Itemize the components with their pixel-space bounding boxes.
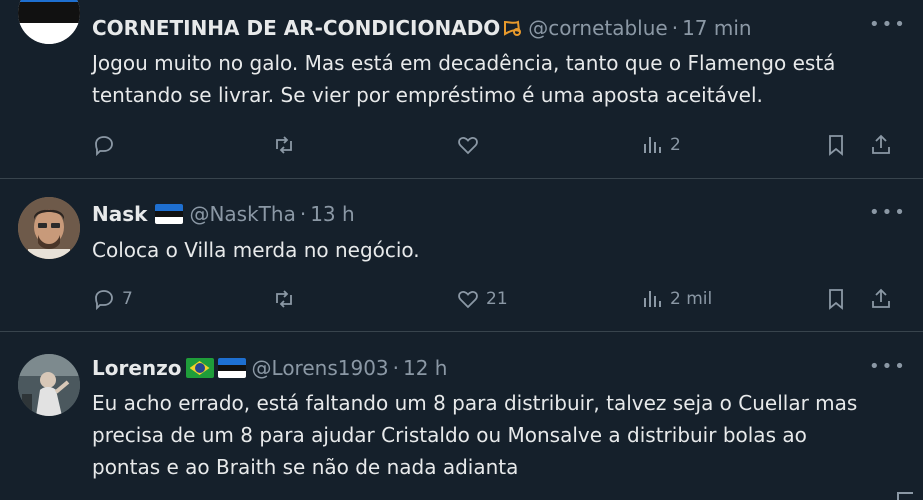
tweet-2[interactable]: Nask @NaskTha · 13 h ••• Coloca o Villa … bbox=[0, 178, 923, 332]
tweet-text: Coloca o Villa merda no negócio. bbox=[92, 234, 883, 266]
tweet-actions: 7 21 2 mil bbox=[92, 284, 903, 314]
avatar[interactable] bbox=[18, 354, 80, 416]
tweet-header: Nask @NaskTha · 13 h bbox=[92, 199, 863, 229]
tweet-header: Lorenzo @Lorens1903 · 12 h bbox=[92, 353, 863, 383]
tweet-3[interactable]: Lorenzo @Lorens1903 · 12 h ••• Eu acho e… bbox=[0, 331, 923, 500]
estonia-flag-icon bbox=[155, 204, 184, 224]
author-name[interactable]: Lorenzo bbox=[92, 356, 182, 380]
person-photo-avatar-icon bbox=[18, 354, 80, 416]
retweet-icon bbox=[276, 290, 292, 308]
author-name[interactable]: CORNETINHA DE AR-CONDICIONADO bbox=[92, 16, 500, 40]
brazil-flag-icon bbox=[185, 358, 214, 378]
reply-count: 7 bbox=[122, 289, 133, 309]
share-button[interactable] bbox=[869, 284, 893, 314]
share-button[interactable] bbox=[869, 130, 893, 160]
more-options-icon[interactable]: ••• bbox=[869, 202, 905, 226]
retweet-button[interactable] bbox=[272, 284, 302, 314]
tweet-header: CORNETINHA DE AR-CONDICIONADO @cornetabl… bbox=[92, 13, 863, 43]
estonia-flag-icon bbox=[217, 358, 246, 378]
tweet-text-line: precisa de um 8 para ajudar Cristaldo ou… bbox=[92, 423, 807, 447]
separator-dot: · bbox=[392, 356, 399, 380]
heart-icon bbox=[458, 291, 478, 309]
person-photo-avatar-icon bbox=[18, 197, 80, 259]
views-button[interactable]: 2 mil bbox=[640, 284, 712, 314]
tweet-text-line: pontas e ao Braith se não de nada adiant… bbox=[92, 455, 519, 479]
like-count: 21 bbox=[486, 289, 508, 309]
bookmark-button[interactable] bbox=[824, 130, 848, 160]
views-chart-icon bbox=[644, 291, 661, 307]
author-handle[interactable]: @cornetablue bbox=[528, 16, 667, 40]
tweet-text-line: tentando se livrar. Se vier por emprésti… bbox=[92, 83, 763, 107]
retweet-icon bbox=[276, 136, 292, 154]
reply-button[interactable] bbox=[92, 130, 122, 160]
tweet-text-line: Coloca o Villa merda no negócio. bbox=[92, 238, 420, 262]
share-icon bbox=[872, 134, 890, 154]
avatar[interactable] bbox=[18, 197, 80, 259]
reply-icon bbox=[95, 136, 113, 157]
like-button[interactable] bbox=[456, 130, 486, 160]
author-handle[interactable]: @NaskTha bbox=[189, 202, 295, 226]
horn-icon bbox=[504, 20, 522, 36]
heart-icon bbox=[458, 137, 478, 155]
author-handle[interactable]: @Lorens1903 bbox=[252, 356, 389, 380]
views-count: 2 mil bbox=[670, 289, 713, 309]
bookmark-button[interactable] bbox=[824, 284, 848, 314]
share-icon bbox=[872, 288, 890, 308]
tweet-text: Jogou muito no galo. Mas está em decadên… bbox=[92, 47, 883, 111]
views-button[interactable]: 2 bbox=[640, 130, 681, 160]
tweet-text: Eu acho errado, está faltando um 8 para … bbox=[92, 387, 883, 483]
retweet-button[interactable] bbox=[272, 130, 302, 160]
tweet-actions: 2 bbox=[92, 130, 903, 160]
author-name[interactable]: Nask bbox=[92, 202, 147, 226]
more-options-icon[interactable]: ••• bbox=[869, 356, 905, 380]
separator-dot: · bbox=[671, 16, 679, 40]
tweet-1[interactable]: CORNETINHA DE AR-CONDICIONADO @cornetabl… bbox=[0, 0, 923, 178]
avatar[interactable] bbox=[18, 0, 80, 44]
reply-button[interactable]: 7 bbox=[92, 284, 133, 314]
tweet-text-line: Jogou muito no galo. Mas está em decadên… bbox=[92, 51, 836, 75]
bookmark-icon bbox=[829, 135, 843, 156]
estonia-stripes-avatar-icon bbox=[18, 0, 80, 44]
bookmark-icon bbox=[829, 289, 843, 310]
views-count: 2 bbox=[670, 135, 681, 155]
more-options-icon[interactable]: ••• bbox=[869, 14, 905, 38]
tweet-text-line: Eu acho errado, está faltando um 8 para … bbox=[92, 391, 858, 415]
like-button[interactable]: 21 bbox=[456, 284, 508, 314]
views-chart-icon bbox=[644, 137, 661, 153]
timestamp[interactable]: 13 h bbox=[310, 202, 354, 226]
timestamp[interactable]: 12 h bbox=[403, 356, 447, 380]
separator-dot: · bbox=[299, 202, 307, 226]
reply-icon bbox=[95, 290, 113, 311]
timestamp[interactable]: 17 min bbox=[682, 16, 752, 40]
